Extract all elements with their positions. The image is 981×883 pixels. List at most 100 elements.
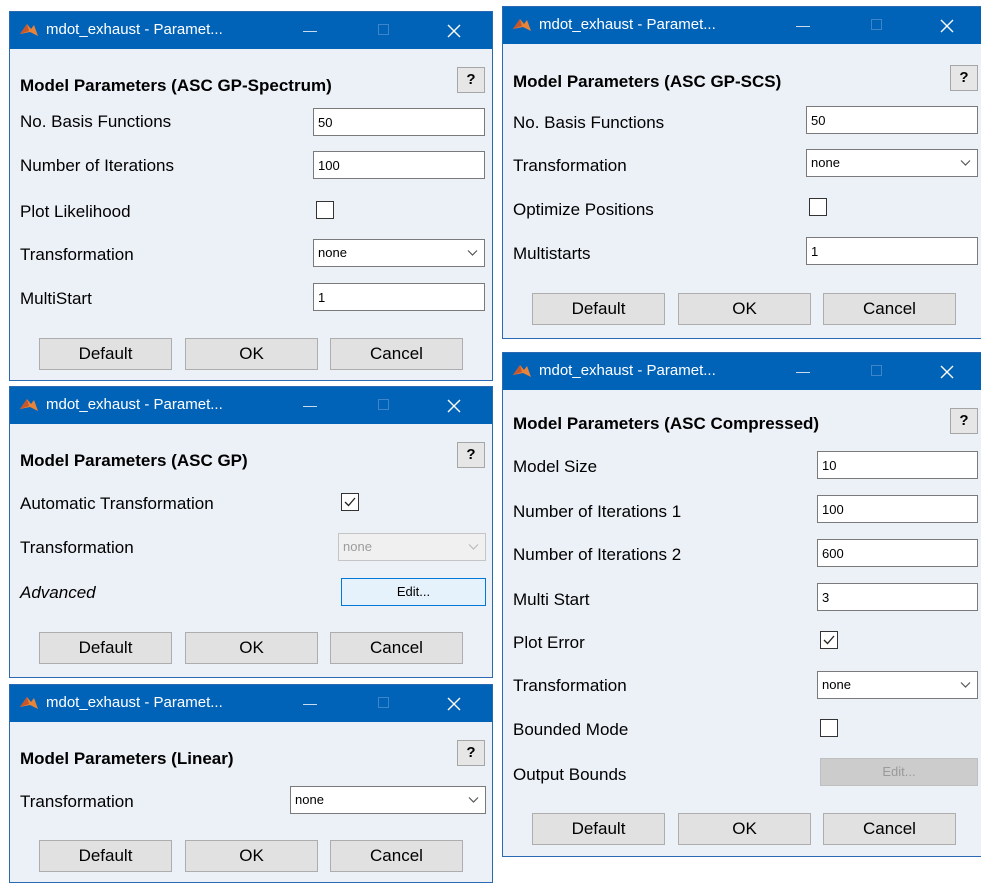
chevron-down-icon — [960, 160, 971, 166]
transformation-select[interactable]: none — [817, 671, 978, 699]
transformation-select[interactable]: none — [806, 149, 978, 177]
iterations-2-input[interactable] — [817, 539, 978, 567]
ok-button[interactable]: OK — [185, 632, 318, 664]
plot-error-checkbox[interactable] — [820, 631, 838, 649]
cancel-button[interactable]: Cancel — [330, 632, 463, 664]
minimize-icon[interactable] — [303, 31, 317, 32]
chevron-down-icon — [468, 544, 479, 550]
transformation-value: none — [295, 792, 324, 807]
cancel-button[interactable]: Cancel — [330, 338, 463, 370]
ok-button[interactable]: OK — [185, 338, 318, 370]
maximize-icon[interactable] — [378, 24, 389, 35]
matlab-icon — [20, 24, 38, 36]
transformation-select: none — [338, 533, 486, 561]
matlab-icon — [20, 697, 38, 709]
minimize-icon[interactable] — [796, 26, 810, 27]
default-button[interactable]: Default — [39, 338, 172, 370]
bounded-mode-checkbox[interactable] — [820, 719, 838, 737]
dialog-header: Model Parameters (ASC Compressed) — [513, 414, 820, 433]
dialog-header: Model Parameters (ASC GP) — [20, 451, 248, 470]
minimize-icon[interactable] — [796, 372, 810, 373]
multistart-label: MultiStart — [20, 289, 92, 308]
transformation-label: Transformation — [20, 792, 134, 811]
help-button[interactable]: ? — [457, 67, 485, 93]
automatic-transformation-checkbox[interactable] — [341, 493, 359, 511]
optimize-positions-label: Optimize Positions — [513, 200, 654, 219]
close-icon[interactable] — [444, 396, 464, 416]
default-button[interactable]: Default — [532, 293, 665, 325]
cancel-button[interactable]: Cancel — [823, 813, 956, 845]
dialog-header: Model Parameters (ASC GP-Spectrum) — [20, 76, 332, 95]
help-button[interactable]: ? — [950, 65, 978, 91]
basis-functions-input[interactable] — [313, 108, 485, 136]
cancel-button[interactable]: Cancel — [823, 293, 956, 325]
multistarts-input[interactable] — [806, 237, 978, 265]
ok-button[interactable]: OK — [678, 293, 811, 325]
transformation-value: none — [822, 677, 851, 692]
help-button[interactable]: ? — [457, 442, 485, 468]
close-icon[interactable] — [444, 21, 464, 41]
help-button[interactable]: ? — [457, 740, 485, 766]
transformation-select[interactable]: none — [313, 239, 485, 267]
edit-advanced-button[interactable]: Edit... — [341, 578, 486, 606]
basis-functions-input[interactable] — [806, 106, 978, 134]
default-button[interactable]: Default — [39, 840, 172, 872]
maximize-icon[interactable] — [378, 399, 389, 410]
cancel-button[interactable]: Cancel — [330, 840, 463, 872]
default-button[interactable]: Default — [39, 632, 172, 664]
window-title: mdot_exhaust - Paramet... — [46, 396, 223, 413]
transformation-label: Transformation — [513, 156, 627, 175]
default-button[interactable]: Default — [532, 813, 665, 845]
close-icon[interactable] — [444, 694, 464, 714]
basis-functions-label: No. Basis Functions — [513, 113, 665, 132]
transformation-value: none — [318, 245, 347, 260]
dialog-linear: mdot_exhaust - Paramet... Model Paramete… — [9, 684, 493, 883]
title-bar[interactable]: mdot_exhaust - Paramet... — [10, 387, 492, 424]
transformation-label: Transformation — [20, 538, 134, 557]
optimize-positions-checkbox[interactable] — [809, 198, 827, 216]
window-title: mdot_exhaust - Paramet... — [539, 362, 716, 379]
iterations-input[interactable] — [313, 151, 485, 179]
minimize-icon[interactable] — [303, 406, 317, 407]
maximize-icon[interactable] — [871, 19, 882, 30]
multistart-input[interactable] — [313, 283, 485, 311]
model-size-input[interactable] — [817, 451, 978, 479]
iterations-label: Number of Iterations — [20, 156, 175, 175]
transformation-value: none — [811, 155, 840, 170]
advanced-label: Advanced — [20, 583, 96, 602]
close-icon[interactable] — [937, 362, 957, 382]
multistarts-label: Multistarts — [513, 244, 591, 263]
iterations-1-label: Number of Iterations 1 — [513, 502, 682, 521]
matlab-icon — [20, 399, 38, 411]
chevron-down-icon — [960, 682, 971, 688]
chevron-down-icon — [467, 250, 478, 256]
plot-likelihood-label: Plot Likelihood — [20, 202, 131, 221]
window-title: mdot_exhaust - Paramet... — [46, 694, 223, 711]
title-bar[interactable]: mdot_exhaust - Paramet... — [503, 353, 981, 390]
dialog-gp-spectrum: mdot_exhaust - Paramet... Model Paramete… — [9, 11, 493, 381]
plot-likelihood-checkbox[interactable] — [316, 201, 334, 219]
help-button[interactable]: ? — [950, 408, 978, 434]
iterations-2-label: Number of Iterations 2 — [513, 545, 682, 564]
close-icon[interactable] — [937, 16, 957, 36]
dialog-header: Model Parameters (ASC GP-SCS) — [513, 72, 782, 91]
minimize-icon[interactable] — [303, 704, 317, 705]
ok-button[interactable]: OK — [678, 813, 811, 845]
bounded-mode-label: Bounded Mode — [513, 720, 629, 739]
iterations-1-input[interactable] — [817, 495, 978, 523]
ok-button[interactable]: OK — [185, 840, 318, 872]
dialog-compressed: mdot_exhaust - Paramet... Model Paramete… — [502, 352, 981, 857]
transformation-label: Transformation — [20, 245, 134, 264]
maximize-icon[interactable] — [378, 697, 389, 708]
multi-start-input[interactable] — [817, 583, 978, 611]
transformation-select[interactable]: none — [290, 786, 486, 814]
dialog-header: Model Parameters (Linear) — [20, 749, 234, 768]
matlab-icon — [513, 365, 531, 377]
maximize-icon[interactable] — [871, 365, 882, 376]
title-bar[interactable]: mdot_exhaust - Paramet... — [503, 7, 981, 44]
transformation-value: none — [343, 539, 372, 554]
matlab-icon — [513, 19, 531, 31]
title-bar[interactable]: mdot_exhaust - Paramet... — [10, 685, 492, 722]
title-bar[interactable]: mdot_exhaust - Paramet... — [10, 12, 492, 49]
edit-output-bounds-button[interactable]: Edit... — [820, 758, 978, 786]
